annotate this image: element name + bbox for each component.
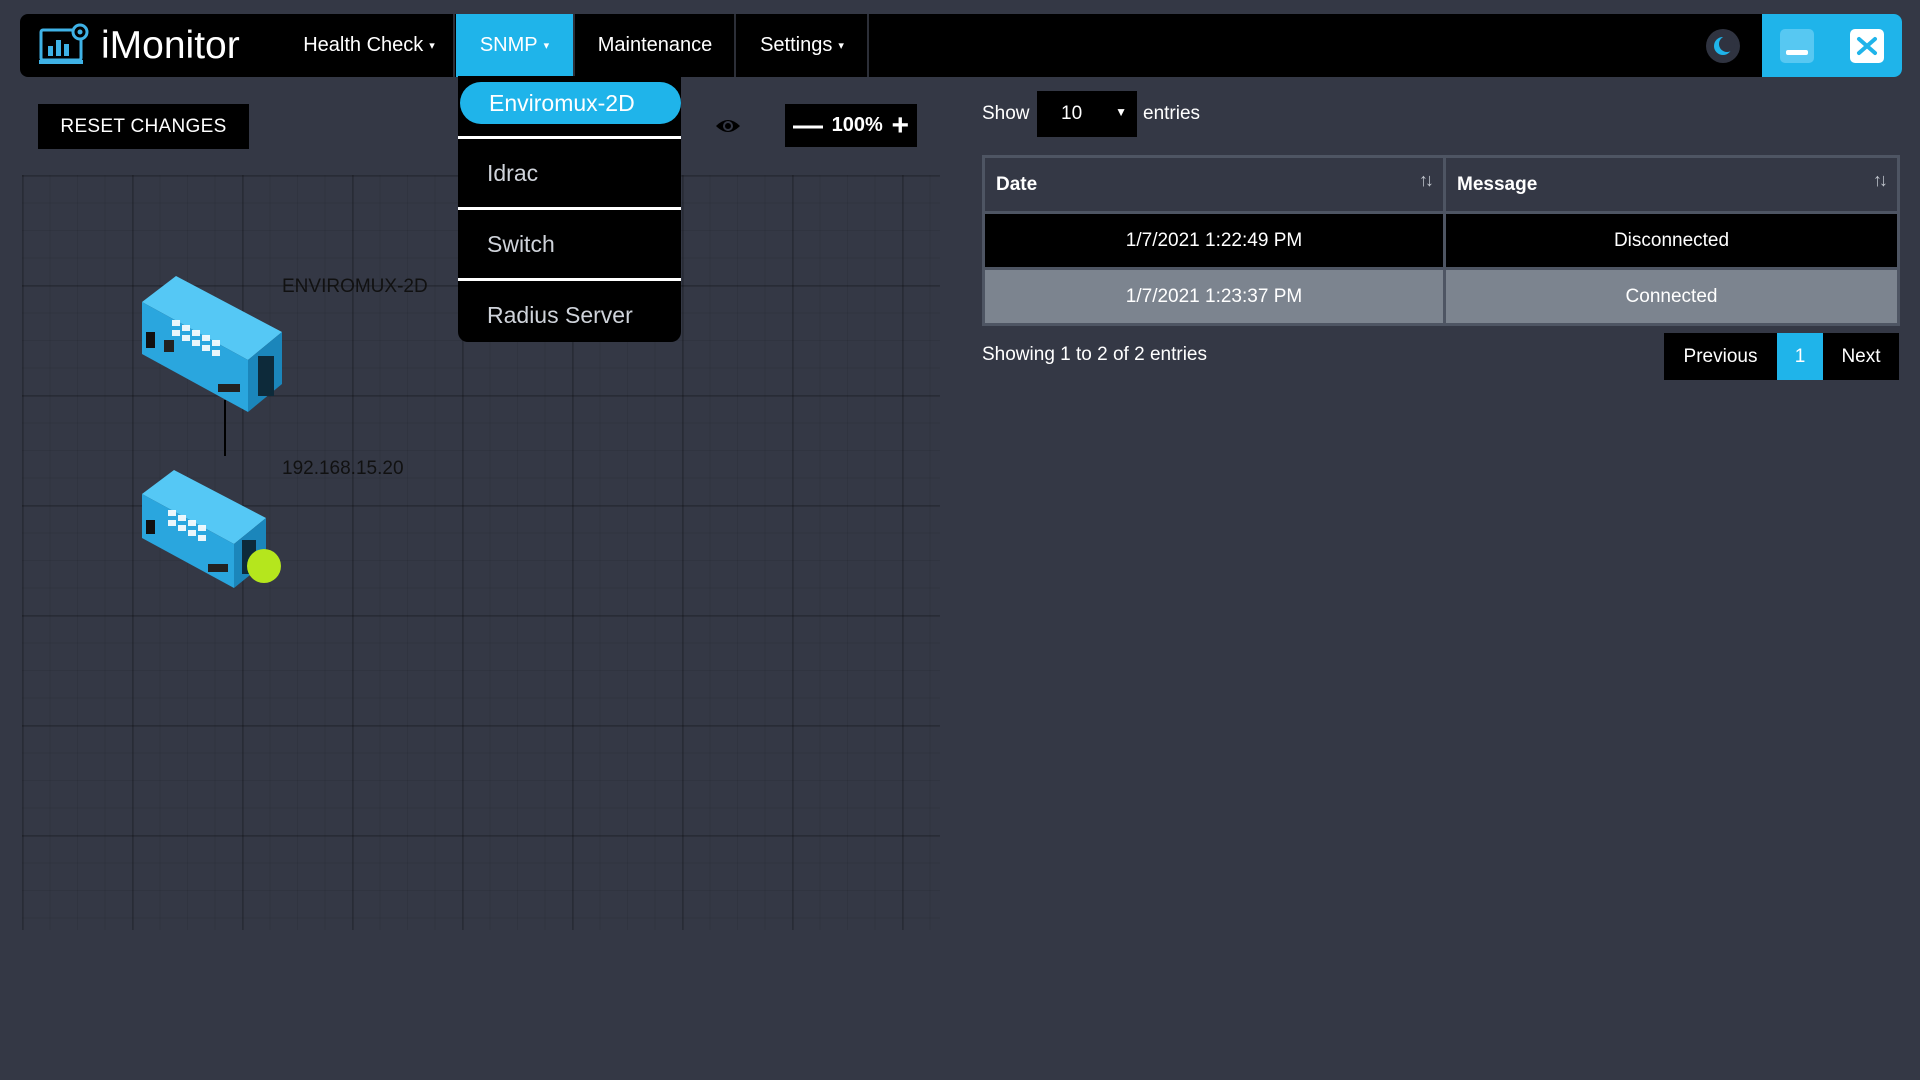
- zoom-out-button[interactable]: —: [793, 110, 823, 141]
- sort-icon[interactable]: ↑↓: [1419, 170, 1434, 191]
- table-row[interactable]: 1/7/2021 1:23:37 PM Connected: [985, 267, 1897, 323]
- menu-item-idrac[interactable]: Idrac: [458, 139, 681, 207]
- eye-icon[interactable]: [714, 116, 742, 136]
- reset-changes-button[interactable]: RESET CHANGES: [38, 104, 249, 149]
- cell-message: Connected: [1625, 285, 1718, 307]
- entries-label: entries: [1143, 103, 1201, 124]
- column-header-message[interactable]: Message ↑↓: [1446, 158, 1897, 211]
- nav-snmp[interactable]: SNMP ▾: [456, 14, 573, 77]
- menu-item-enviromux-2d[interactable]: Enviromux-2D: [460, 82, 681, 124]
- table-row[interactable]: 1/7/2021 1:22:49 PM Disconnected: [985, 211, 1897, 267]
- nav-maintenance-label: Maintenance: [597, 34, 713, 56]
- snmp-dropdown-menu: Enviromux-2D Idrac Switch Radius Server: [458, 76, 681, 342]
- column-header-message-label: Message: [1457, 173, 1538, 195]
- table-header: Date ↑↓ Message ↑↓: [985, 158, 1897, 211]
- chevron-down-icon: ▾: [543, 40, 550, 52]
- sort-icon[interactable]: ↑↓: [1873, 170, 1888, 191]
- column-header-date-label: Date: [996, 173, 1038, 195]
- menu-item-switch[interactable]: Switch: [458, 210, 681, 278]
- chevron-down-icon: ▾: [838, 40, 844, 52]
- nav-settings-label: Settings: [760, 34, 833, 56]
- nav-settings[interactable]: Settings ▾: [737, 14, 867, 77]
- column-header-date[interactable]: Date ↑↓: [985, 158, 1443, 211]
- chevron-down-icon: ▾: [429, 40, 435, 52]
- nav-divider: [734, 14, 736, 77]
- cell-date: 1/7/2021 1:22:49 PM: [1125, 229, 1303, 251]
- chevron-down-icon: ▼: [1115, 105, 1127, 119]
- nav-health-check[interactable]: Health Check ▾: [285, 14, 453, 77]
- nav-snmp-label: SNMP: [479, 34, 538, 56]
- cell-date: 1/7/2021 1:23:37 PM: [1125, 285, 1303, 307]
- cell-message: Disconnected: [1613, 229, 1730, 251]
- page-size-select[interactable]: 10 ▼: [1037, 91, 1137, 137]
- moon-icon: [1714, 36, 1735, 55]
- zoom-level: 100%: [831, 114, 883, 136]
- top-navbar: iMonitor Health Check ▾ SNMP ▾ Maintenan…: [20, 14, 1902, 77]
- page-size-value: 10: [1061, 103, 1083, 124]
- brand[interactable]: iMonitor: [38, 14, 240, 77]
- nav-divider: [573, 14, 575, 77]
- status-indicator: [247, 549, 281, 583]
- nav-health-check-label: Health Check: [303, 34, 424, 56]
- nav-maintenance[interactable]: Maintenance: [576, 14, 734, 77]
- monitor-chart-icon: [39, 23, 89, 64]
- minimize-icon[interactable]: [1780, 29, 1814, 63]
- previous-button[interactable]: Previous: [1664, 333, 1777, 380]
- ip-device-node[interactable]: [138, 466, 286, 594]
- next-button[interactable]: Next: [1823, 333, 1899, 380]
- zoom-control: — 100% +: [785, 104, 917, 147]
- device-label: ENVIROMUX-2D: [282, 276, 428, 297]
- show-label: Show: [982, 103, 1030, 124]
- table-info: Showing 1 to 2 of 2 entries: [982, 344, 1207, 365]
- window-controls: [1762, 14, 1902, 77]
- close-icon: [1857, 37, 1877, 55]
- log-table: Date ↑↓ Message ↑↓ 1/7/2021 1:22:49 PM D…: [982, 155, 1900, 326]
- nav-divider: [867, 14, 869, 77]
- close-button[interactable]: [1850, 29, 1884, 63]
- nav-divider: [453, 14, 455, 77]
- page-1-button[interactable]: 1: [1777, 333, 1823, 380]
- app-title: iMonitor: [101, 23, 240, 67]
- theme-toggle[interactable]: [1706, 29, 1740, 63]
- pagination: Previous 1 Next: [1664, 333, 1899, 380]
- menu-item-radius-server[interactable]: Radius Server: [458, 281, 681, 349]
- enviromux-device-node[interactable]: [138, 272, 286, 414]
- zoom-in-button[interactable]: +: [891, 110, 909, 141]
- device-ip-label: 192.168.15.20: [282, 458, 404, 479]
